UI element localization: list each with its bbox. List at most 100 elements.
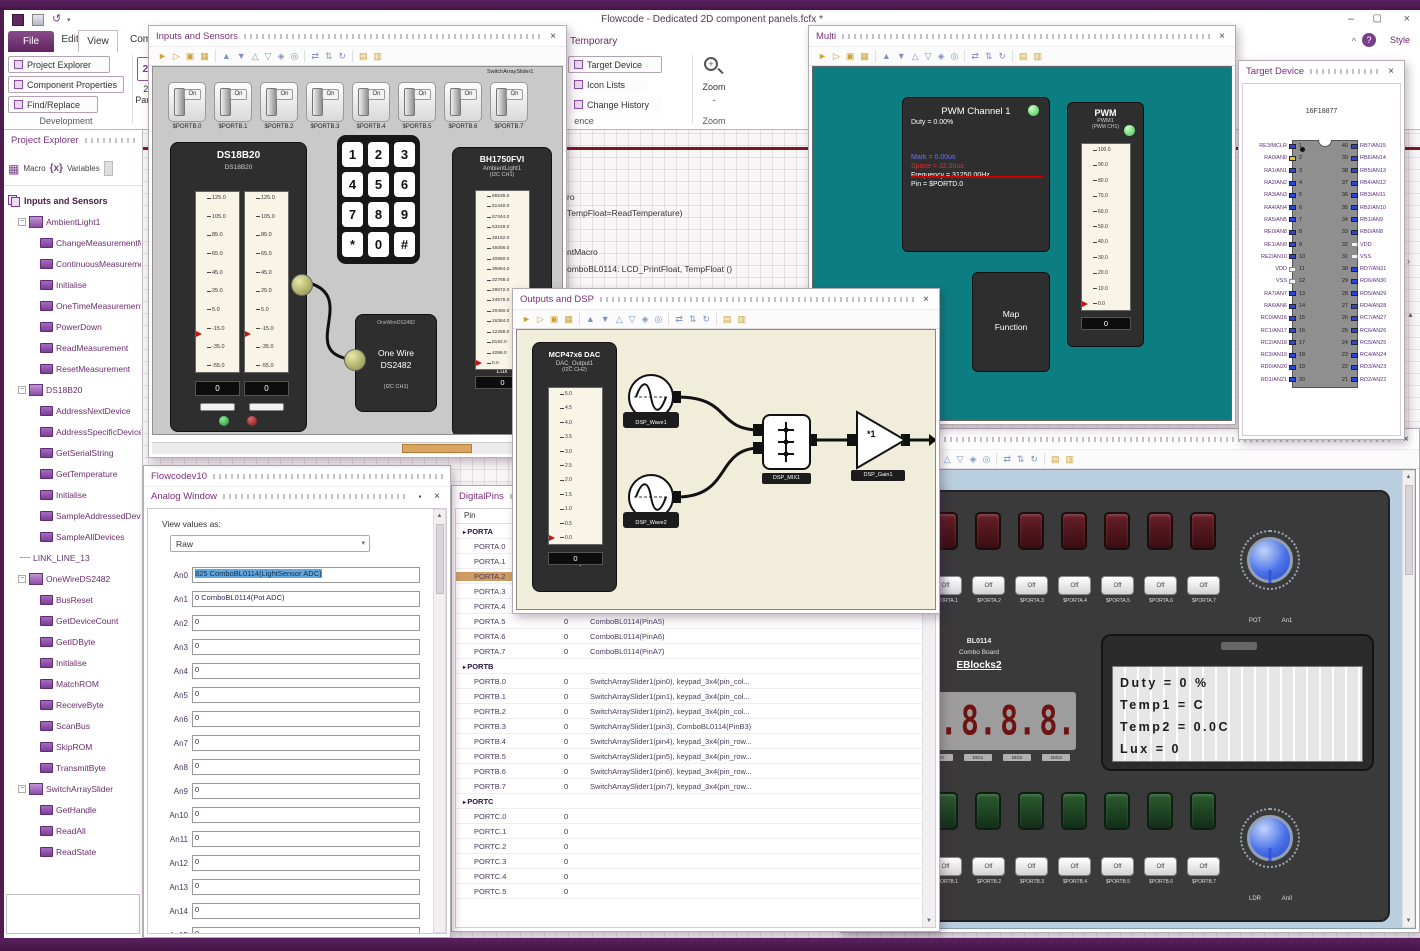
analog-window-caption[interactable]: Analog Window ▪ × <box>144 486 450 506</box>
pin-pad-icon[interactable] <box>1351 254 1358 260</box>
dsp-gain-component[interactable]: *1 <box>855 410 907 475</box>
tree-item[interactable]: − GetSerialString <box>6 442 141 463</box>
pin-pad-icon[interactable] <box>1289 328 1296 334</box>
pin-pad-icon[interactable] <box>1289 364 1296 370</box>
slider-switch[interactable]: On <box>444 82 482 122</box>
pin-pad-icon[interactable] <box>1289 180 1296 186</box>
pin-label-right[interactable]: VSS <box>1358 254 1400 260</box>
toolbar-icon[interactable]: ▽ <box>629 314 636 324</box>
toolbar-icon[interactable]: ⇅ <box>689 314 697 324</box>
toolbar-icon[interactable]: ► <box>158 51 167 61</box>
digital-pin-row[interactable]: PORTB.4 0 SwitchArraySlider1(pin4), keyp… <box>456 734 935 749</box>
tree-item[interactable]: − ReadAll <box>6 820 141 841</box>
find-replace-button[interactable]: Find/Replace <box>8 96 98 113</box>
toolbar-icon[interactable]: ▣ <box>550 314 559 324</box>
analog-value-field[interactable]: 0 <box>192 807 420 823</box>
restore-button[interactable]: ▢ <box>1373 13 1382 24</box>
pin-label-right[interactable]: RB3/AN11 <box>1358 192 1400 198</box>
toolbar-icon[interactable] <box>1011 50 1013 62</box>
analog-value-field[interactable]: 0 <box>192 663 420 679</box>
toolbar-icon[interactable]: ▤ <box>723 314 732 324</box>
hscroll-thumb[interactable] <box>402 444 472 453</box>
tree-item[interactable]: − OneWireDS2482 <box>6 568 141 589</box>
pin-icon[interactable]: ▪ <box>415 492 425 501</box>
toolbar-icon[interactable]: △ <box>252 51 259 61</box>
off-button[interactable]: Off <box>1101 857 1134 876</box>
toolbar-icon[interactable]: △ <box>944 454 951 464</box>
toolbar-icon[interactable]: ▣ <box>846 51 855 61</box>
tree-item[interactable]: − GetHandle <box>6 799 141 820</box>
pin-label-right[interactable]: RD2/AN22 <box>1358 377 1400 383</box>
toolbar-icon[interactable]: ▦ <box>200 51 209 61</box>
window-caption[interactable]: Multi × <box>809 26 1235 46</box>
scroll-down-icon[interactable]: ▼ <box>1403 918 1414 924</box>
digital-pin-row[interactable]: PORTB.5 0 SwitchArraySlider1(pin5), keyp… <box>456 749 935 764</box>
pin-pad-icon[interactable] <box>1289 205 1296 211</box>
icon-lists-toggle[interactable]: Icon Lists <box>568 76 648 93</box>
pin-label-right[interactable]: RB2/AN10 <box>1358 205 1400 211</box>
ribbon-collapse-icon[interactable]: ^ <box>1352 36 1356 46</box>
pin-label-left[interactable]: RD0/AN20 <box>1245 364 1289 370</box>
pin-label-right[interactable]: RB7/AN15 <box>1358 143 1400 149</box>
digital-pin-row[interactable]: PORTC.4 0 <box>456 869 935 884</box>
pin-label-left[interactable]: RA7/AN7 <box>1245 291 1289 297</box>
toolbar-icon[interactable]: ↻ <box>702 314 710 324</box>
analog-value-field[interactable]: 0 <box>192 927 420 933</box>
toolbar-icon[interactable] <box>1043 453 1045 465</box>
digital-pin-row[interactable]: PORTB.1 0 SwitchArraySlider1(pin1), keyp… <box>456 689 935 704</box>
tree-item[interactable]: − ContinuousMeasurement <box>6 253 141 274</box>
digital-pin-row[interactable]: PORTB.2 0 SwitchArraySlider1(pin2), keyp… <box>456 704 935 719</box>
pin-pad-icon[interactable] <box>1289 266 1296 272</box>
off-button[interactable]: Off <box>1144 576 1177 595</box>
off-button[interactable]: Off <box>1144 857 1177 876</box>
toolbar-icon[interactable]: ▥ <box>1066 454 1075 464</box>
toolbar-icon[interactable]: ▷ <box>173 51 180 61</box>
tree-item[interactable]: − SkipROM <box>6 736 141 757</box>
pin-pad-icon[interactable] <box>1289 143 1296 149</box>
onewire-socket-icon[interactable] <box>344 349 366 371</box>
pin-pad-icon[interactable] <box>1289 168 1296 174</box>
cut-toolbar-icon[interactable] <box>103 161 113 176</box>
toolbar-icon[interactable]: ◈ <box>938 51 945 61</box>
off-button[interactable]: Off <box>1015 857 1048 876</box>
toolbar-icon[interactable]: ⇄ <box>311 51 319 61</box>
toolbar-icon[interactable]: ▤ <box>359 51 368 61</box>
close-icon[interactable]: × <box>1216 31 1228 42</box>
pin-label-left[interactable]: RA5/AN5 <box>1245 217 1289 223</box>
scroll-up-icon[interactable]: ▲ <box>1403 474 1414 480</box>
toolbar-icon[interactable]: ▼ <box>601 314 610 324</box>
pin-pad-icon[interactable] <box>1351 303 1358 309</box>
toolbar-icon[interactable]: ▦ <box>860 51 869 61</box>
pin-label-left[interactable]: RA2/AN2 <box>1245 180 1289 186</box>
dsp-wave2-component[interactable]: DSP_Wave2 <box>623 474 679 528</box>
slider-switch[interactable]: On <box>168 82 206 122</box>
keypad-key[interactable]: 6 <box>394 172 415 197</box>
pin-pad-icon[interactable] <box>1351 364 1358 370</box>
slider-switch[interactable]: On <box>398 82 436 122</box>
toolbar-icon[interactable]: ◈ <box>278 51 285 61</box>
toolbar-icon[interactable]: ▲ <box>586 314 595 324</box>
keypad-key[interactable]: 0 <box>368 232 389 257</box>
tree-item[interactable]: − OneTimeMeasurement <box>6 295 141 316</box>
pin-pad-icon[interactable] <box>1351 278 1358 284</box>
board-vscrollbar[interactable]: ▲ ▼ <box>1402 470 1415 928</box>
toolbar-icon[interactable] <box>996 453 998 465</box>
tree-item[interactable]: − AddressSpecificDevice <box>6 421 141 442</box>
toolbar-icon[interactable] <box>668 313 670 325</box>
analog-value-field[interactable]: 0 <box>192 855 420 871</box>
digital-pin-row[interactable]: PORTC.2 0 <box>456 839 935 854</box>
toolbar-icon[interactable] <box>304 50 306 62</box>
tree-item[interactable]: − SampleAllDevices <box>6 526 141 547</box>
pin-pad-icon[interactable] <box>1351 352 1358 358</box>
pin-pad-icon[interactable] <box>1289 315 1296 321</box>
tab-file[interactable]: File <box>8 31 54 52</box>
pin-label-left[interactable]: VSS <box>1245 278 1289 284</box>
slider-switch[interactable]: On <box>306 82 344 122</box>
pin-label-left[interactable]: RE1/AN9 <box>1245 242 1289 248</box>
pin-pad-icon[interactable] <box>1351 315 1358 321</box>
tree-item[interactable]: − AddressNextDevice <box>6 400 141 421</box>
pin-label-right[interactable]: RC4/AN24 <box>1358 352 1400 358</box>
tree-item[interactable]: − SwitchArraySlider <box>6 778 141 799</box>
analog-value-field[interactable]: 0 <box>192 831 420 847</box>
close-icon[interactable]: × <box>431 491 443 502</box>
